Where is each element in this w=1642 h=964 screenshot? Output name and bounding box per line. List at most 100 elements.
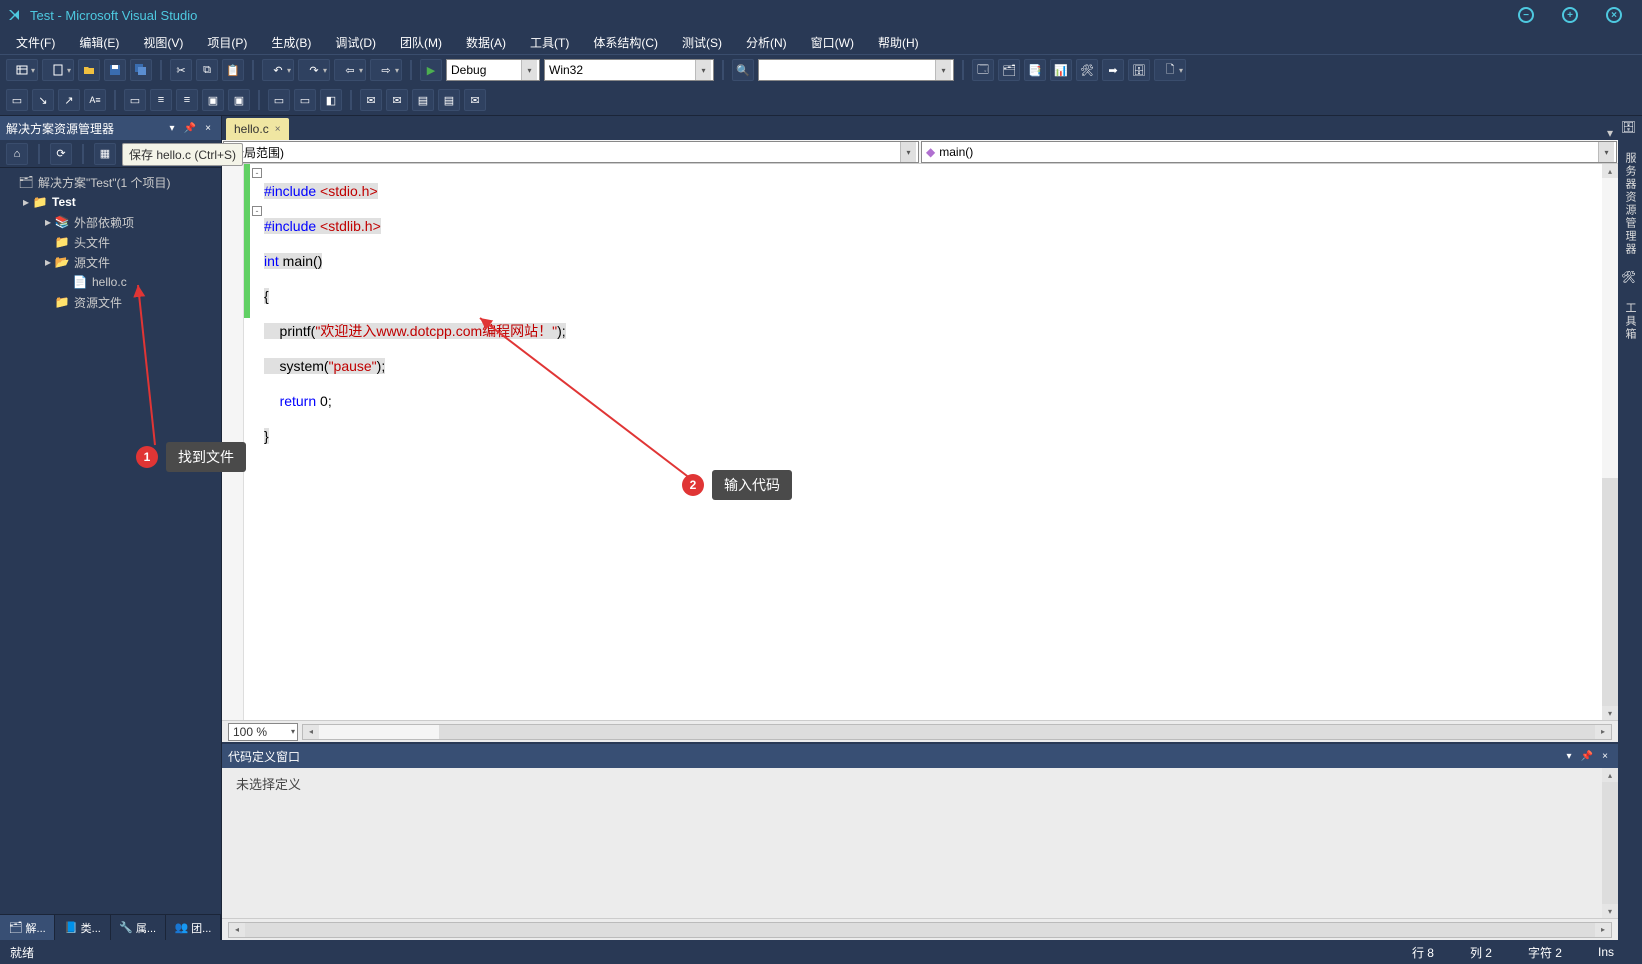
tb2-c[interactable]: ↗ xyxy=(58,89,80,111)
sidebar-tab-team[interactable]: 👥团... xyxy=(166,915,221,940)
scope-combo[interactable]: (全局范围)▾ xyxy=(223,141,919,163)
panel-dropdown-icon[interactable]: ▾ xyxy=(1562,749,1576,763)
editor-scroll-v[interactable]: ▴ ▾ xyxy=(1602,164,1618,720)
menu-analyze[interactable]: 分析(N) xyxy=(736,32,797,53)
bottom-scroll-v[interactable]: ▴ ▾ xyxy=(1602,768,1618,918)
toolbox-tab[interactable]: 工具箱 xyxy=(1620,296,1640,347)
show-all-button[interactable]: ▦ xyxy=(94,143,116,165)
start-button[interactable]: ▶ xyxy=(420,59,442,81)
tb2-n[interactable]: ✉ xyxy=(386,89,408,111)
tb2-j[interactable]: ▭ xyxy=(268,89,290,111)
cut-button[interactable]: ✂ xyxy=(170,59,192,81)
panel-dropdown-icon[interactable]: ▾ xyxy=(165,121,179,135)
tb2-k[interactable]: ▭ xyxy=(294,89,316,111)
minimize-button[interactable]: − xyxy=(1518,7,1534,23)
tb2-d[interactable]: A≡ xyxy=(84,89,106,111)
tree-ext-deps[interactable]: ▸📚外部依赖项 xyxy=(2,212,219,232)
tree-hello-file[interactable]: 📄hello.c xyxy=(2,272,219,292)
toolbox-icon[interactable]: 🛠 xyxy=(1621,270,1639,288)
tb2-g[interactable]: ≡ xyxy=(176,89,198,111)
add-item-button[interactable] xyxy=(42,59,74,81)
tb-btn-f[interactable]: ➡ xyxy=(1102,59,1124,81)
save-button[interactable] xyxy=(104,59,126,81)
code-editor[interactable]: - - #include <stdio.h> #include <stdlib.… xyxy=(222,164,1618,720)
tb2-e[interactable]: ▭ xyxy=(124,89,146,111)
tb2-o[interactable]: ▤ xyxy=(412,89,434,111)
zoom-combo[interactable]: 100 % xyxy=(228,723,298,741)
bottom-scroll-h[interactable]: ◂ ▸ xyxy=(228,922,1612,938)
menu-project[interactable]: 项目(P) xyxy=(197,32,257,53)
menu-view[interactable]: 视图(V) xyxy=(133,32,193,53)
home-button[interactable]: ⌂ xyxy=(6,143,28,165)
panel-close-icon[interactable]: × xyxy=(1598,749,1612,763)
tb-btn-c[interactable]: 📑 xyxy=(1024,59,1046,81)
sidebar-tab-solution[interactable]: 🗂解... xyxy=(0,915,55,940)
tb2-f[interactable]: ≡ xyxy=(150,89,172,111)
menu-window[interactable]: 窗口(W) xyxy=(801,32,864,53)
config-combo[interactable]: Debug▾ xyxy=(446,59,540,81)
new-project-button[interactable] xyxy=(6,59,38,81)
editor-scroll-h[interactable]: ◂ ▸ xyxy=(302,724,1612,740)
scroll-down-icon[interactable]: ▾ xyxy=(1602,706,1618,720)
tab-close-icon[interactable]: × xyxy=(275,124,281,135)
outline-collapse-1[interactable]: - xyxy=(252,168,262,178)
tree-project[interactable]: ▸📁Test xyxy=(2,192,219,212)
sidebar-tab-class[interactable]: 📘类... xyxy=(55,915,110,940)
tree-sources[interactable]: ▸📂源文件 xyxy=(2,252,219,272)
menu-data[interactable]: 数据(A) xyxy=(456,32,516,53)
editor-tab-hello[interactable]: hello.c× xyxy=(226,118,289,140)
close-button[interactable]: × xyxy=(1606,7,1622,23)
tree-solution[interactable]: 🗂解决方案"Test"(1 个项目) xyxy=(2,172,219,192)
maximize-button[interactable]: + xyxy=(1562,7,1578,23)
redo-button[interactable]: ↷ xyxy=(298,59,330,81)
refresh-button[interactable]: ⟳ xyxy=(50,143,72,165)
scroll-thumb-h[interactable] xyxy=(319,725,439,739)
paste-button[interactable]: 📋 xyxy=(222,59,244,81)
tb-btn-b[interactable]: 🗂 xyxy=(998,59,1020,81)
panel-close-icon[interactable]: × xyxy=(201,121,215,135)
scroll-left-icon[interactable]: ◂ xyxy=(303,725,319,739)
find-combo[interactable]: ▾ xyxy=(758,59,954,81)
menu-team[interactable]: 团队(M) xyxy=(390,32,452,53)
tb2-l[interactable]: ◧ xyxy=(320,89,342,111)
tb-btn-e[interactable]: 🛠 xyxy=(1076,59,1098,81)
tb2-b[interactable]: ↘ xyxy=(32,89,54,111)
menu-tools[interactable]: 工具(T) xyxy=(520,32,579,53)
platform-combo[interactable]: Win32▾ xyxy=(544,59,714,81)
tb2-h[interactable]: ▣ xyxy=(202,89,224,111)
nav-fwd-button[interactable]: ⇨ xyxy=(370,59,402,81)
tb2-i[interactable]: ▣ xyxy=(228,89,250,111)
pin-icon[interactable]: 📌 xyxy=(183,121,197,135)
server-explorer-tab[interactable]: 服务器资源管理器 xyxy=(1620,146,1640,262)
sidebar-tab-props[interactable]: 🔧属... xyxy=(111,915,166,940)
menu-edit[interactable]: 编辑(E) xyxy=(69,32,129,53)
tb2-a[interactable]: ▭ xyxy=(6,89,28,111)
tb2-q[interactable]: ✉ xyxy=(464,89,486,111)
scroll-right-icon[interactable]: ▸ xyxy=(1595,923,1611,937)
scroll-down-icon[interactable]: ▾ xyxy=(1602,904,1618,918)
nav-back-button[interactable]: ⇦ xyxy=(334,59,366,81)
open-button[interactable] xyxy=(78,59,100,81)
outline-collapse-2[interactable]: - xyxy=(252,206,262,216)
tb-btn-h[interactable]: 🗋 xyxy=(1154,59,1186,81)
save-all-button[interactable] xyxy=(130,59,152,81)
menu-debug[interactable]: 调试(D) xyxy=(325,32,386,53)
scroll-thumb-v[interactable] xyxy=(1602,178,1618,478)
tree-headers[interactable]: 📁头文件 xyxy=(2,232,219,252)
tb-btn-a[interactable]: 🗔 xyxy=(972,59,994,81)
scroll-up-icon[interactable]: ▴ xyxy=(1602,164,1618,178)
scroll-right-icon[interactable]: ▸ xyxy=(1595,725,1611,739)
tab-list-dropdown[interactable]: ▾ xyxy=(1602,126,1618,140)
menu-file[interactable]: 文件(F) xyxy=(6,32,65,53)
tb2-p[interactable]: ▤ xyxy=(438,89,460,111)
pin-icon[interactable]: 📌 xyxy=(1580,749,1594,763)
menu-arch[interactable]: 体系结构(C) xyxy=(583,32,668,53)
tb-btn-d[interactable]: 📊 xyxy=(1050,59,1072,81)
find-in-files-button[interactable]: 🔍 xyxy=(732,59,754,81)
member-combo[interactable]: ◆main()▾ xyxy=(921,141,1617,163)
menu-build[interactable]: 生成(B) xyxy=(261,32,321,53)
tb-btn-g[interactable]: 🗄 xyxy=(1128,59,1150,81)
menu-test[interactable]: 测试(S) xyxy=(672,32,732,53)
tree-resources[interactable]: 📁资源文件 xyxy=(2,292,219,312)
copy-button[interactable]: ⧉ xyxy=(196,59,218,81)
